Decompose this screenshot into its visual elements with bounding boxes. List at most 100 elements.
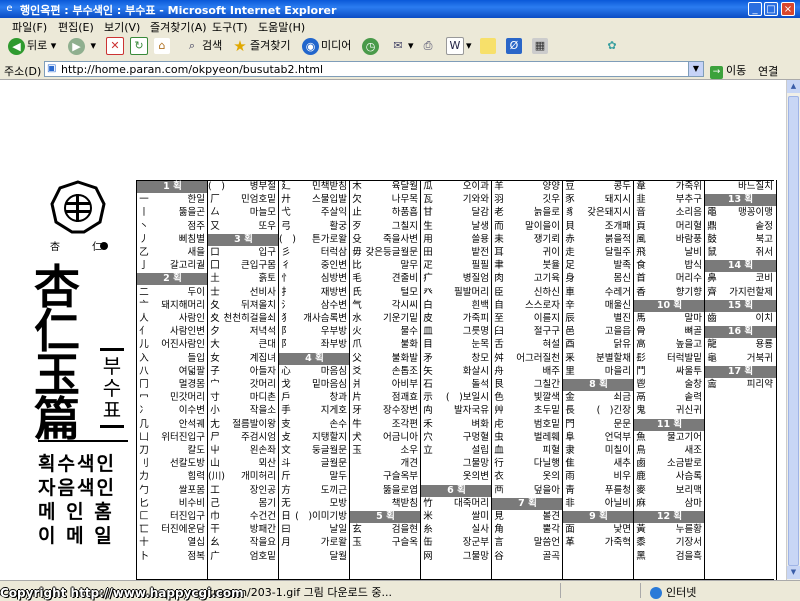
radical-entry[interactable]: 彳 중인변 (279, 260, 350, 272)
radical-entry[interactable]: 殳 죽을사변 (350, 234, 421, 246)
radical-entry[interactable]: 月 가로왈 (279, 537, 350, 549)
favorites-button[interactable]: ★ 즐겨찾기 (232, 37, 290, 55)
radical-entry[interactable]: 血 피혈 (492, 445, 563, 457)
radical-entry[interactable]: 氵 삼수변 (279, 300, 350, 312)
radical-entry[interactable]: 風 바람풍 (634, 234, 705, 246)
msn-button[interactable]: ✿ (604, 37, 622, 55)
radical-entry[interactable]: 矢 화살시 (421, 366, 492, 378)
radical-entry[interactable]: 鼻 코비 (705, 273, 776, 285)
go-button[interactable]: → 이동 (710, 62, 746, 79)
radical-entry[interactable]: 邑 고을읍 (563, 326, 634, 338)
radical-entry[interactable]: 厶 마늘모 (208, 207, 279, 219)
menu-link-2[interactable]: 메 인 홈 (38, 500, 128, 524)
radical-entry[interactable]: 麻 삼마 (634, 498, 705, 510)
radical-entry[interactable]: 舛 어그러질천 (492, 353, 563, 365)
radical-entry[interactable]: 匸 터진에운담 (137, 524, 208, 536)
radical-entry[interactable]: 弋 주살익 (279, 207, 350, 219)
radical-entry[interactable]: 心 마음심 (279, 366, 350, 378)
radical-entry[interactable]: 欠 나무목 (350, 194, 421, 206)
radical-entry[interactable]: 骨 뼈골 (634, 326, 705, 338)
radical-entry[interactable]: 二 두이 (137, 287, 208, 299)
radical-entry[interactable]: 瓜 오이과 (421, 181, 492, 193)
radical-entry[interactable]: 丶 점주 (137, 221, 208, 233)
address-input[interactable]: ▣ http://home.paran.com/okpyeon/busutab2… (44, 61, 704, 77)
scroll-thumb[interactable] (788, 96, 799, 566)
radical-entry[interactable]: 黽 맹꽁이맹 (705, 207, 776, 219)
radical-entry[interactable]: 虍 범호밑 (492, 419, 563, 431)
radical-entry[interactable]: 一 한일 (137, 194, 208, 206)
radical-entry[interactable]: 尢 절름발이왕 (208, 419, 279, 431)
radical-entry[interactable]: 无 모방 (279, 498, 350, 510)
radical-entry[interactable]: 廾 스물입발 (279, 194, 350, 206)
radical-entry[interactable]: 齒 이치 (705, 313, 776, 325)
radical-entry[interactable]: 目 눈목 (421, 339, 492, 351)
radical-entry[interactable]: 高 높을고 (634, 339, 705, 351)
radical-entry[interactable]: 毋 갖은등글월문 (350, 247, 421, 259)
forward-button[interactable]: ▶ ▾ (68, 37, 96, 55)
home-button[interactable]: ⌂ (154, 37, 172, 55)
radical-entry[interactable]: 女 계집녀 (208, 353, 279, 365)
radical-entry[interactable]: 面 낯면 (563, 524, 634, 536)
radical-entry[interactable]: 戈 밑마음심 (279, 379, 350, 391)
radical-entry[interactable]: 曰 날일 (279, 524, 350, 536)
radical-entry[interactable]: 魚 물고기어 (634, 432, 705, 444)
radical-entry[interactable]: 彡 터럭삼 (279, 247, 350, 259)
radical-entry[interactable]: 气 각시씨 (350, 300, 421, 312)
radical-entry[interactable]: 矛 창모 (421, 353, 492, 365)
radical-entry[interactable]: 옷의변 (421, 471, 492, 483)
radical-entry[interactable]: 香 향기향 (634, 287, 705, 299)
radical-entry[interactable]: 干 방패간 (208, 524, 279, 536)
radical-entry[interactable]: 夕 저녁석 (208, 326, 279, 338)
radical-entry[interactable]: 片 점괘효 (350, 392, 421, 404)
radical-entry[interactable]: 羽 깃우 (492, 194, 563, 206)
radical-entry[interactable]: 耳 귀이 (492, 247, 563, 259)
radical-entry[interactable]: 手 지게호 (279, 405, 350, 417)
radical-entry[interactable]: 犭 개사슴록변 (279, 313, 350, 325)
radical-entry[interactable]: 里 마을리 (563, 366, 634, 378)
radical-entry[interactable]: 屮 왼손좌 (208, 445, 279, 457)
radical-entry[interactable]: 聿 붓율 (492, 260, 563, 272)
radical-entry[interactable]: 犬 어금니아 (350, 432, 421, 444)
radical-entry[interactable]: 牛 조각편 (350, 419, 421, 431)
radical-entry[interactable]: 韋 가죽위 (634, 181, 705, 193)
radical-entry[interactable]: 糸 실사 (421, 524, 492, 536)
radical-entry[interactable]: 亅 갈고리궐 (137, 260, 208, 272)
radical-entry[interactable]: 臼 절구구 (492, 326, 563, 338)
radical-entry[interactable]: 谷 골곡 (492, 551, 563, 563)
radical-entry[interactable]: 책받침 (350, 498, 421, 510)
radical-entry[interactable]: 石 돌석 (421, 379, 492, 391)
radical-entry[interactable]: 小 작을소 (208, 405, 279, 417)
radical-entry[interactable]: 弓 활궁 (279, 221, 350, 233)
radical-entry[interactable]: 鹿 사슴록 (634, 471, 705, 483)
radical-entry[interactable]: 皿 그릇명 (421, 326, 492, 338)
radical-entry[interactable]: 冂 멀경몸 (137, 379, 208, 391)
radical-entry[interactable]: 구슬옥부 (350, 471, 421, 483)
radical-entry[interactable]: 戶 창과 (279, 392, 350, 404)
radical-entry[interactable]: 忄 심방변 (279, 273, 350, 285)
radical-entry[interactable]: 亻 사람인변 (137, 326, 208, 338)
radical-entry[interactable]: 止 하품흠 (350, 207, 421, 219)
radical-entry[interactable]: 至 이를지 (492, 313, 563, 325)
radical-entry[interactable]: 鬯 술창 (634, 379, 705, 391)
radical-entry[interactable]: 毛 견줄비 (350, 273, 421, 285)
radical-entry[interactable]: 勹 쌀포몸 (137, 485, 208, 497)
radical-entry[interactable]: 疒 병질엄 (421, 273, 492, 285)
radical-entry[interactable]: 竹 대죽머리 (421, 498, 492, 510)
radical-entry[interactable]: 長 ( )긴장 (563, 405, 634, 417)
radical-entry[interactable]: 缶 장군부 (421, 537, 492, 549)
radical-entry[interactable]: 酉 닭유 (563, 339, 634, 351)
radical-entry[interactable]: 幺 작을요 (208, 537, 279, 549)
radical-entry[interactable]: 而 말이을이 (492, 221, 563, 233)
radical-entry[interactable]: (川) 개미허리 (208, 471, 279, 483)
radical-entry[interactable]: 穴 구멍혈 (421, 432, 492, 444)
radical-entry[interactable]: 乙 새을 (137, 247, 208, 259)
radical-entry[interactable]: 髟 터럭발밑 (634, 353, 705, 365)
radical-entry[interactable]: 廴 민책받침 (279, 181, 350, 193)
radical-entry[interactable]: 豆 콩두 (563, 181, 634, 193)
radical-entry[interactable]: 龍 용룡 (705, 339, 776, 351)
radical-entry[interactable]: 儿 어진사람인 (137, 339, 208, 351)
radical-entry[interactable]: 禸 발자국유 (421, 405, 492, 417)
radical-entry[interactable]: 匚 터진입구 (137, 511, 208, 523)
radical-entry[interactable]: 人 사람인 (137, 313, 208, 325)
messenger-button[interactable]: Ø (506, 37, 524, 55)
